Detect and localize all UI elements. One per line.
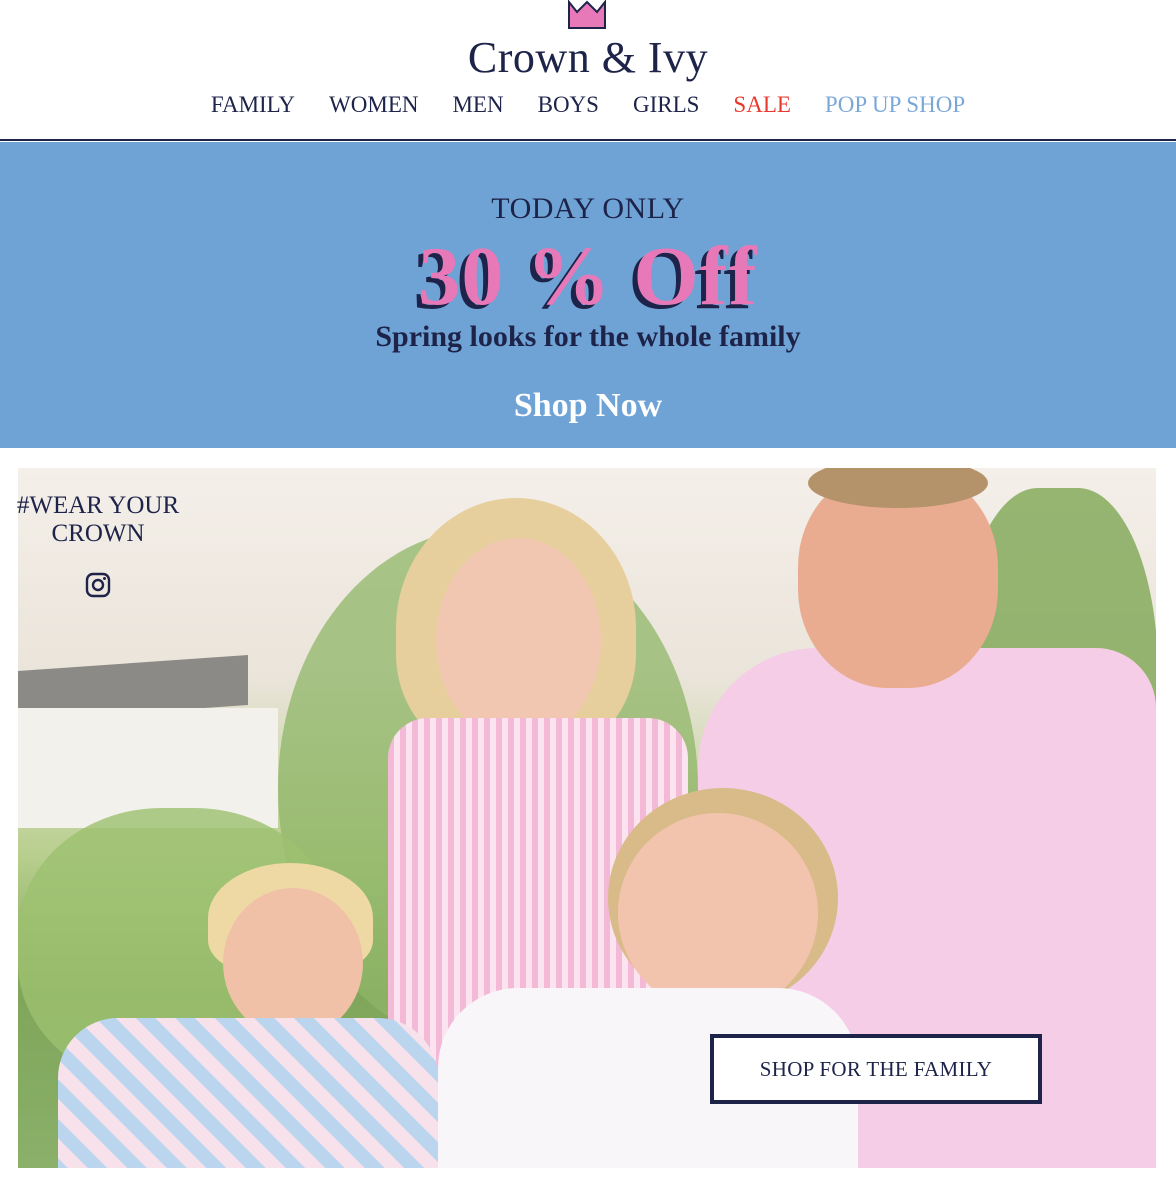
hashtag-line-2: CROWN: [51, 520, 145, 547]
nav-item-men[interactable]: MEN: [452, 92, 503, 118]
woman-face: [436, 538, 601, 743]
hashtag-line-1: #WEAR YOUR: [16, 492, 180, 519]
crown-icon[interactable]: [567, 0, 607, 30]
instagram-icon[interactable]: [85, 572, 111, 598]
shop-for-the-family-button[interactable]: SHOP FOR THE FAMILY: [710, 1034, 1042, 1104]
nav-item-women[interactable]: WOMEN: [329, 92, 418, 118]
main-nav: FAMILY WOMEN MEN BOYS GIRLS SALE POP UP …: [0, 92, 1176, 118]
promo-headline: 30 % Off: [418, 230, 758, 323]
wear-your-crown-hashtag: #WEAR YOUR CROWN: [0, 492, 196, 548]
promo-eyebrow: TODAY ONLY: [491, 192, 685, 225]
girl-face: [618, 813, 818, 1013]
nav-item-sale[interactable]: SALE: [733, 92, 791, 118]
brand-logo-text[interactable]: Crown & Ivy: [0, 32, 1176, 83]
boy-face: [223, 888, 363, 1038]
boy-shirt: [58, 1018, 438, 1168]
nav-item-pop-up-shop[interactable]: POP UP SHOP: [825, 92, 965, 118]
nav-item-boys[interactable]: BOYS: [538, 92, 599, 118]
nav-item-girls[interactable]: GIRLS: [633, 92, 699, 118]
nav-item-family[interactable]: FAMILY: [211, 92, 295, 118]
promo-subline: Spring looks for the whole family: [375, 320, 801, 353]
site-header: Crown & Ivy FAMILY WOMEN MEN BOYS GIRLS …: [0, 0, 1176, 141]
shop-now-link[interactable]: Shop Now: [488, 387, 688, 425]
